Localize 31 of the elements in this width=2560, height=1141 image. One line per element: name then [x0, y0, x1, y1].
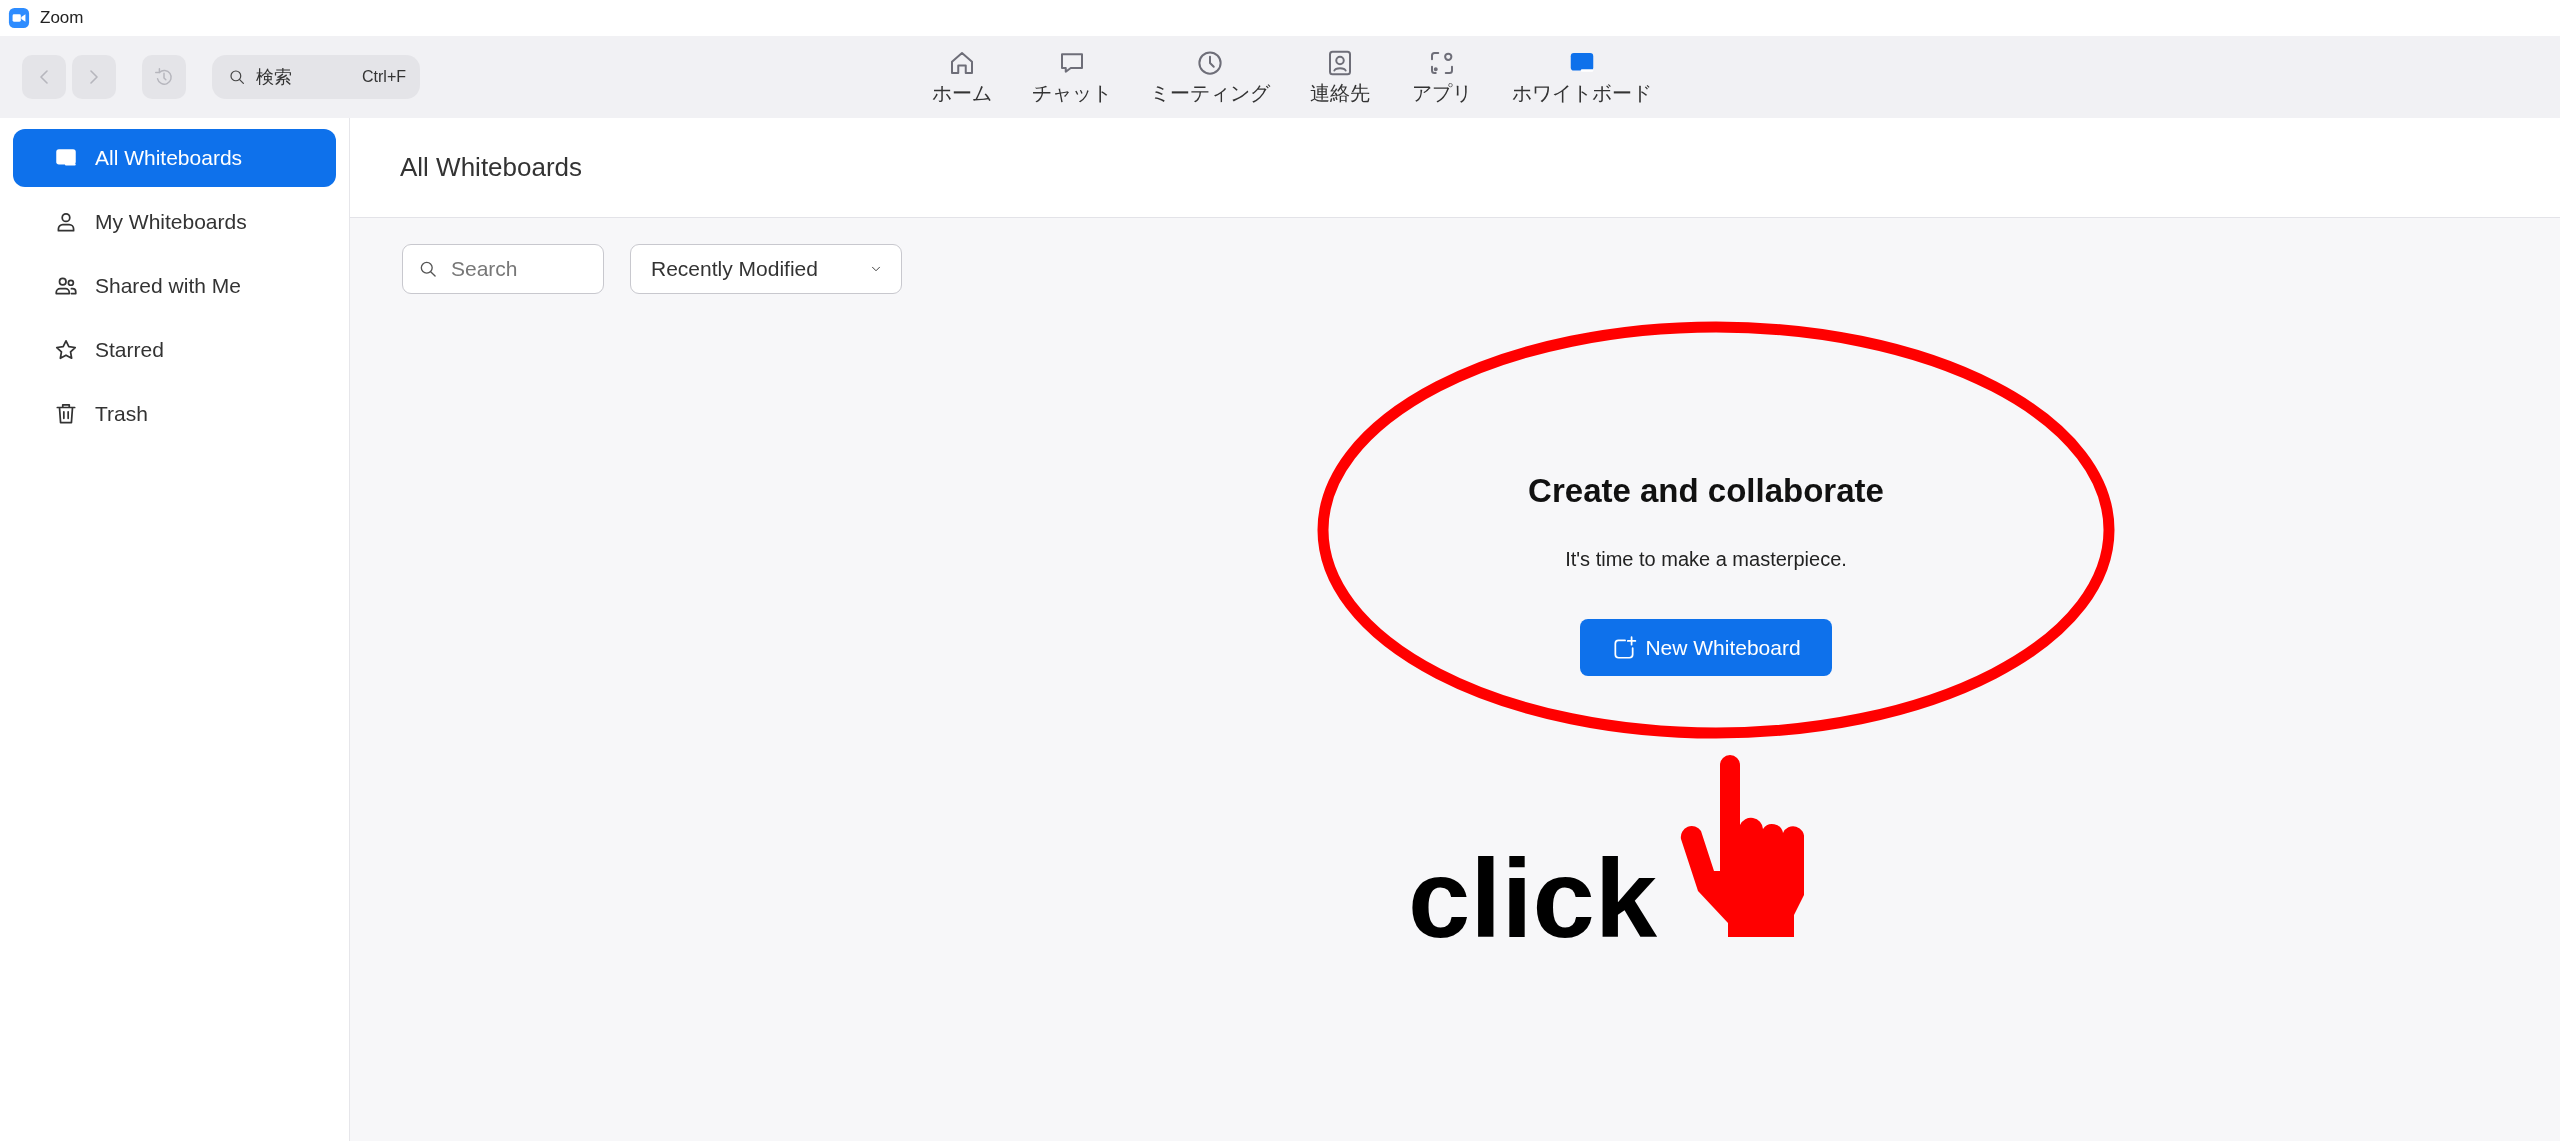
search-icon: [418, 259, 438, 279]
sidebar-item[interactable]: Starred: [13, 321, 336, 379]
empty-state-heading: Create and collaborate: [1528, 472, 1884, 510]
nav-tab[interactable]: アプリ: [1402, 43, 1482, 111]
nav-tab[interactable]: ホーム: [922, 43, 1002, 111]
nav-tab[interactable]: チャット: [1024, 43, 1120, 111]
back-button[interactable]: [22, 55, 66, 99]
history-button[interactable]: [142, 55, 186, 99]
trash-icon: [53, 401, 79, 427]
sidebar-item[interactable]: All Whiteboards: [13, 129, 336, 187]
sidebar-item[interactable]: Trash: [13, 385, 336, 443]
new-whiteboard-button[interactable]: New Whiteboard: [1580, 619, 1832, 676]
add-board-icon: [1611, 634, 1638, 661]
page-title: All Whiteboards: [400, 152, 583, 183]
shortcut-hint: Ctrl+F: [362, 68, 406, 86]
search-icon: [228, 68, 246, 86]
annotation-text: click: [1408, 843, 1658, 955]
window-title: Zoom: [40, 8, 84, 28]
empty-state-text: It's time to make a masterpiece.: [1565, 548, 1847, 571]
search-field[interactable]: Search: [402, 244, 604, 294]
nav-tab[interactable]: ミーティング: [1142, 43, 1278, 111]
sort-dropdown[interactable]: Recently Modified: [630, 244, 902, 294]
forward-button[interactable]: [72, 55, 116, 99]
nav-tab[interactable]: 連絡先: [1300, 43, 1380, 111]
nav-tab[interactable]: ホワイトボード: [1504, 43, 1660, 111]
chevron-right-icon: [90, 70, 98, 84]
sidebar-item[interactable]: My Whiteboards: [13, 193, 336, 251]
video-camera-logo-icon: [8, 7, 30, 29]
sidebar-item[interactable]: Shared with Me: [13, 257, 336, 315]
chevron-left-icon: [40, 70, 48, 84]
history-clock-icon: [153, 66, 175, 88]
